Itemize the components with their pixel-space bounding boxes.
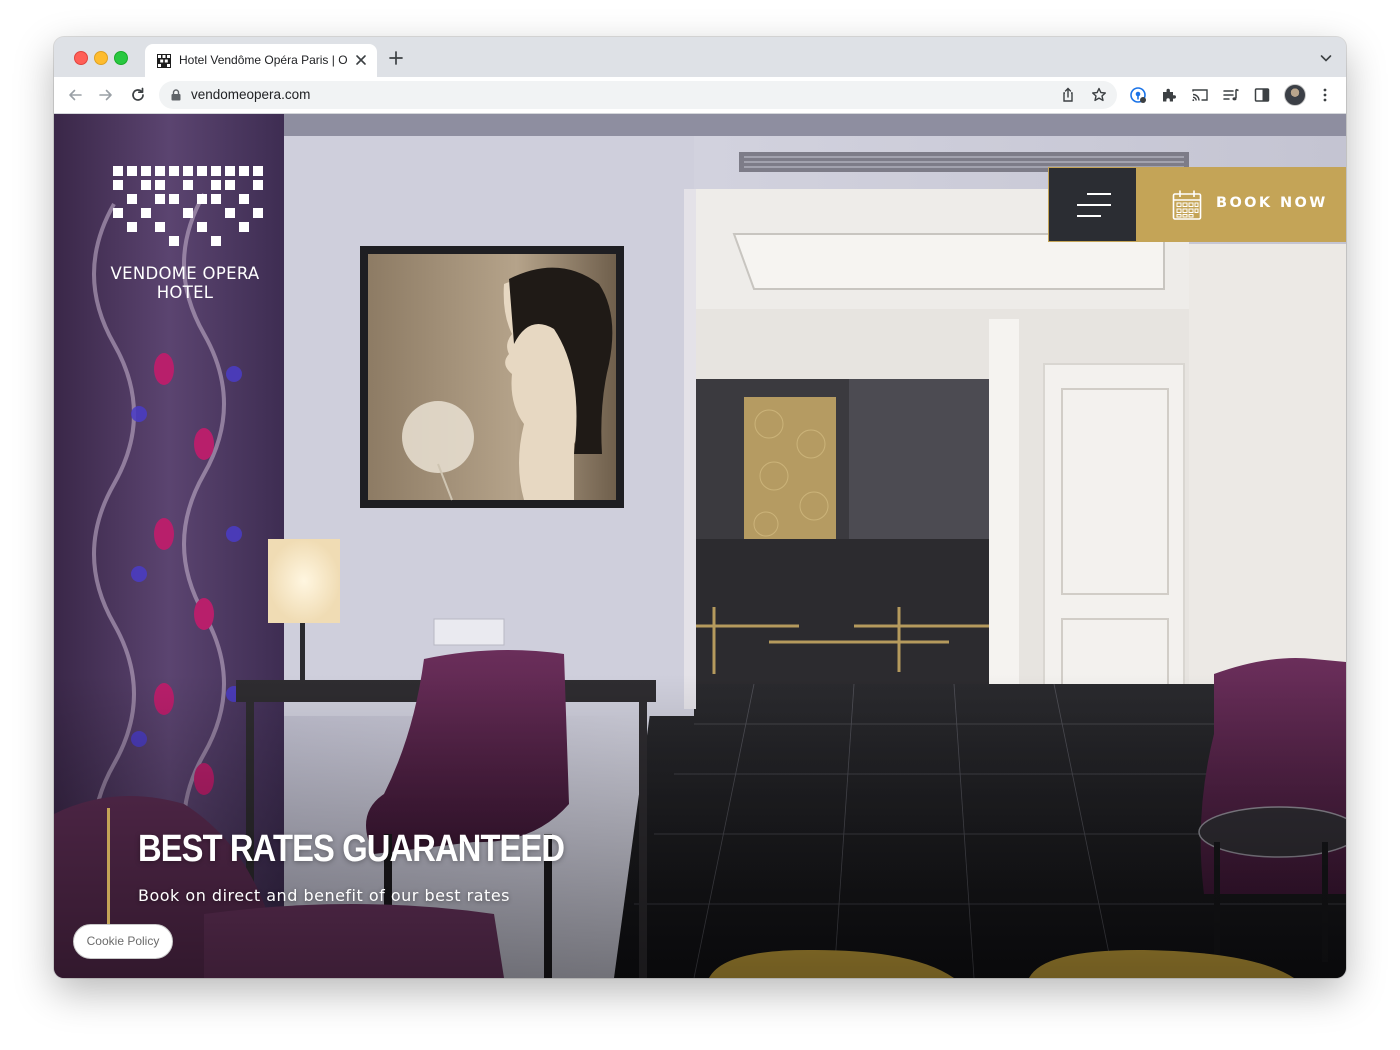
address-bar[interactable]: vendomeopera.com [159,81,1117,109]
maximize-window-button[interactable] [114,51,128,65]
url-text[interactable]: vendomeopera.com [191,87,310,102]
password-manager-icon[interactable] [1129,86,1147,104]
minimize-window-button[interactable] [94,51,108,65]
bookmark-star-icon[interactable] [1090,86,1108,104]
lock-icon[interactable] [171,89,181,101]
forward-icon[interactable] [97,86,115,104]
tab-active[interactable]: Hotel Vendôme Opéra Paris | O [145,44,377,77]
menu-icon [1077,193,1111,217]
browser-toolbar: vendomeopera.com [54,77,1346,114]
favicon-icon [157,54,171,68]
menu-button[interactable] [1048,167,1137,242]
back-icon[interactable] [66,86,84,104]
page-viewport: VENDOME OPERA HOTEL BOOK NOW BEST RATES … [54,114,1346,978]
close-window-button[interactable] [74,51,88,65]
share-icon[interactable] [1059,86,1077,104]
chevron-down-icon[interactable] [1320,53,1332,63]
logo-text: VENDOME OPERA HOTEL [110,264,260,302]
avatar[interactable] [1284,84,1306,106]
media-icon[interactable] [1222,86,1240,104]
hero-title: BEST RATES GUARANTEED [138,828,565,870]
calendar-icon [1172,190,1202,220]
plus-icon[interactable] [388,50,404,66]
more-icon[interactable] [1316,86,1334,104]
side-panel-icon[interactable] [1253,86,1271,104]
cookie-policy-button[interactable]: Cookie Policy [73,924,173,959]
logo-line-2: HOTEL [156,283,214,302]
tab-strip: Hotel Vendôme Opéra Paris | O [54,37,1346,77]
book-now-button[interactable]: BOOK NOW [1137,167,1346,242]
logo-mark-icon [110,166,263,246]
extensions-icon[interactable] [1160,86,1178,104]
cast-icon[interactable] [1191,86,1209,104]
reload-icon[interactable] [129,86,147,104]
tab-title: Hotel Vendôme Opéra Paris | O [179,53,348,67]
close-icon[interactable] [353,52,369,68]
hero-subtitle: Book on direct and benefit of our best r… [138,886,510,905]
browser-window: Hotel Vendôme Opéra Paris | O vendomeope… [54,37,1346,978]
book-now-label: BOOK NOW [1216,195,1328,211]
logo-line-1: VENDOME OPERA [110,264,260,283]
